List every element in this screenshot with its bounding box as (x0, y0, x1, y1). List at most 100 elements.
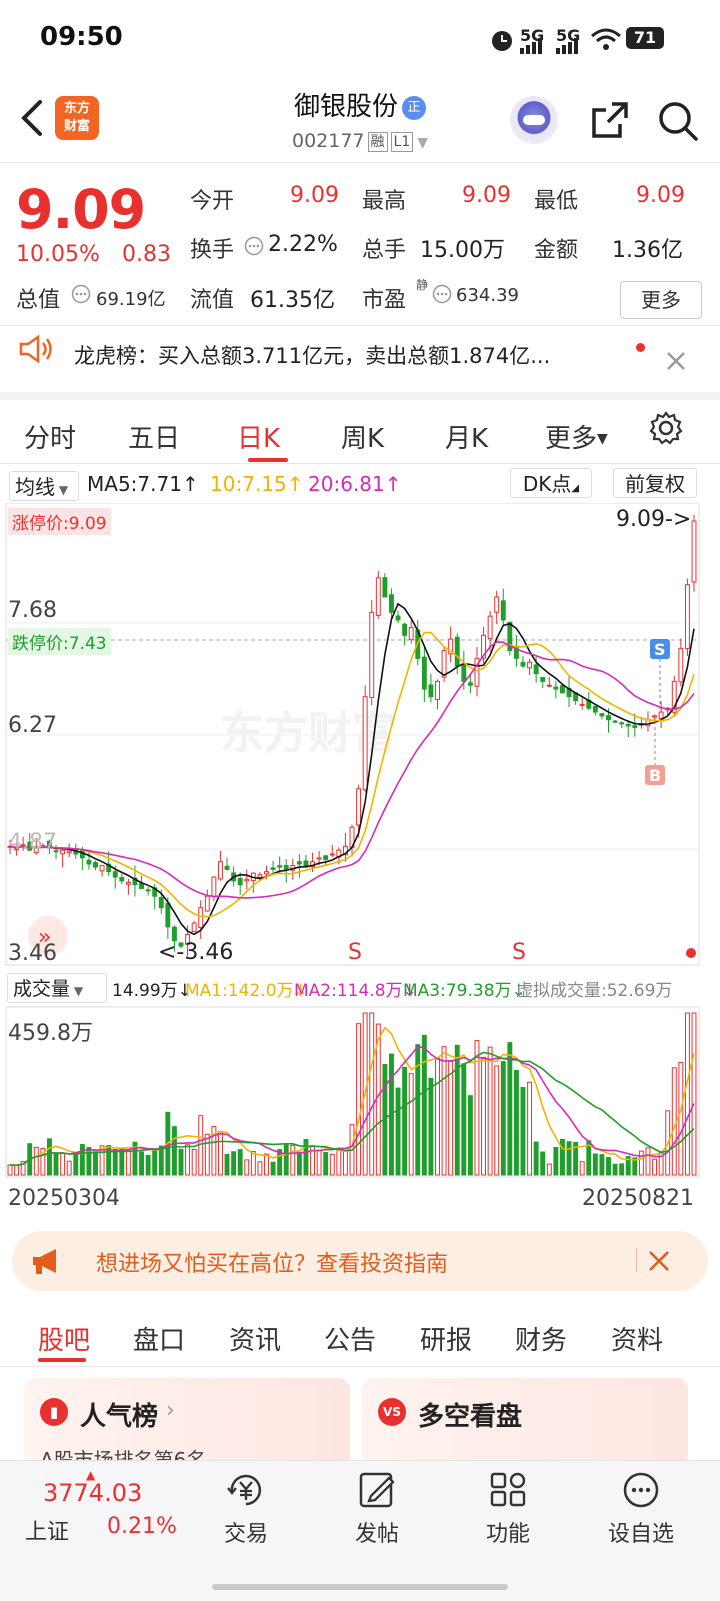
tab-five-day[interactable]: 五日 (128, 418, 180, 455)
header-divider (0, 162, 720, 163)
candle-body (296, 861, 302, 865)
stock-name: 御银股份 (293, 92, 398, 122)
share-icon[interactable] (590, 100, 630, 140)
candle-body (369, 611, 375, 698)
info-dots-icon-3[interactable] (432, 284, 452, 304)
chevron-right-icon[interactable]: › (166, 1398, 175, 1423)
ma-selector[interactable]: 均线 ▼ (9, 471, 79, 501)
nav-trade[interactable]: 交易 (201, 1470, 291, 1548)
volume-selector[interactable]: 成交量 ▼ (7, 973, 107, 1003)
banner-close-icon[interactable] (648, 1250, 670, 1272)
stock-code: 002177 (291, 130, 365, 152)
tabs-divider (0, 463, 720, 464)
volume-bar (296, 1151, 302, 1176)
settings-gear-icon[interactable] (648, 410, 684, 446)
volume-bar (66, 1160, 72, 1176)
more-button[interactable]: 更多 (620, 281, 702, 319)
volume-bar (224, 1154, 230, 1176)
tab-week-k[interactable]: 周K (341, 418, 384, 455)
banner-divider (636, 1248, 637, 1272)
tab-profile[interactable]: 资料 (611, 1320, 663, 1357)
section-tabs-divider (0, 1366, 720, 1367)
signal-icon (520, 38, 542, 54)
pe-value: 634.39 (456, 285, 519, 306)
volume-bar (691, 1012, 697, 1176)
volume-bar (112, 1148, 118, 1176)
candle-body (606, 715, 611, 721)
search-icon[interactable] (657, 100, 699, 142)
candle-body (119, 877, 125, 882)
caret-down-icon[interactable]: ▼ (417, 135, 428, 151)
candle-body (211, 876, 217, 897)
kline-chart[interactable]: 东方财富 S S S B » (0, 503, 720, 1183)
candle-body (546, 684, 552, 687)
low-value: 9.09 (636, 183, 685, 208)
volume-bar (270, 1161, 276, 1176)
index-change[interactable]: 0.21% (107, 1514, 177, 1539)
volume-bar (290, 1144, 296, 1176)
tab-finance[interactable]: 财务 (515, 1320, 567, 1357)
tab-pankou[interactable]: 盘口 (133, 1320, 185, 1357)
index-name[interactable]: 上证 (25, 1514, 69, 1546)
volume-bar (356, 1023, 362, 1176)
tab-more[interactable]: 更多▼ (545, 418, 608, 455)
candle-body (421, 656, 427, 690)
banner-text[interactable]: 想进场又怕买在高位？查看投资指南 (96, 1246, 448, 1278)
alarm-icon (492, 31, 512, 51)
volume-bar (645, 1147, 651, 1176)
max-marker: 9.09-> (616, 507, 692, 532)
nav-post[interactable]: 发帖 (332, 1470, 422, 1548)
dk-point-button[interactable]: DK点◢ (510, 468, 592, 498)
volume-bar (638, 1150, 644, 1176)
volume-bar (481, 1056, 486, 1176)
candle-body (684, 584, 690, 649)
candle-body (139, 882, 144, 890)
bull-bear-card[interactable] (362, 1378, 688, 1468)
volume-bar (454, 1044, 460, 1176)
assistant-robot-icon[interactable] (510, 96, 558, 144)
more-dots-icon (623, 1472, 659, 1508)
index-value[interactable]: 3774.03 (43, 1479, 142, 1507)
volume-bar (579, 1161, 585, 1176)
tab-research[interactable]: 研报 (420, 1320, 472, 1357)
bull-bear-title[interactable]: 多空看盘 (418, 1396, 522, 1433)
trade-yen-icon (227, 1474, 262, 1506)
latest-dot (686, 948, 696, 958)
amount-value: 1.36亿 (612, 238, 683, 263)
candle-body (533, 664, 539, 675)
volume-bar (139, 1151, 144, 1176)
nav-watchlist[interactable]: 设自选 (596, 1470, 686, 1548)
nav-functions[interactable]: 功能 (463, 1470, 553, 1548)
info-dots-icon[interactable] (244, 236, 264, 256)
candle-body (441, 650, 447, 678)
candle-body (198, 907, 204, 928)
sell-marker-1: S (348, 940, 362, 965)
tab-guba[interactable]: 股吧 (38, 1320, 90, 1357)
volume-bar (171, 1126, 177, 1176)
notice-dot (636, 343, 645, 352)
notice-text[interactable]: 龙虎榜：买入总额3.711亿元，卖出总额1.874亿... (74, 340, 550, 370)
tab-day-k[interactable]: 日K (237, 418, 280, 455)
volume-bar (14, 1165, 20, 1176)
tab-intraday[interactable]: 分时 (24, 418, 76, 455)
amount-label: 金额 (534, 238, 579, 263)
info-dots-icon-2[interactable] (71, 284, 91, 304)
float-label: 流值 (190, 288, 235, 313)
volume-bar (560, 1138, 565, 1176)
volume-bar (684, 1012, 690, 1176)
candle-body (658, 711, 664, 719)
volume-bar (53, 1153, 59, 1176)
tab-announcements[interactable]: 公告 (324, 1320, 376, 1357)
close-icon[interactable] (665, 350, 687, 372)
volume-bar (79, 1144, 85, 1176)
candle-body (112, 871, 118, 878)
candle-body (540, 676, 546, 682)
tab-month-k[interactable]: 月K (445, 418, 488, 455)
adjust-button[interactable]: 前复权 (613, 468, 697, 498)
candle-body (395, 615, 401, 621)
volume-bar (533, 1141, 539, 1176)
tab-news[interactable]: 资讯 (229, 1320, 281, 1357)
popularity-title[interactable]: 人气榜 (80, 1396, 158, 1433)
volume-bar (369, 1012, 375, 1176)
candle-body (362, 696, 368, 791)
